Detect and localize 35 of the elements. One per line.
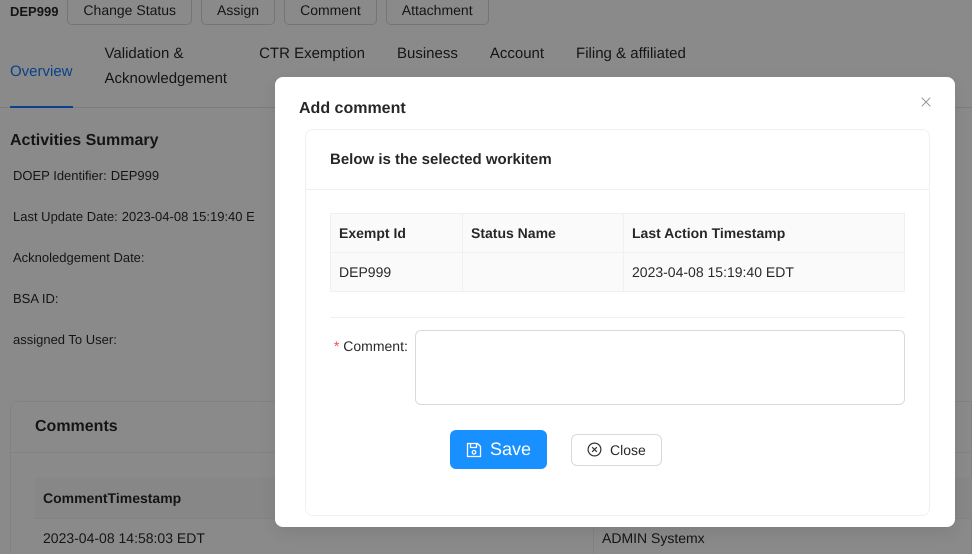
action-button[interactable]: Change Status (67, 0, 192, 25)
tab[interactable]: Filing & affiliated (576, 41, 686, 66)
action-button[interactable]: Attachment (386, 0, 489, 25)
table-cell: DEP999 (330, 252, 462, 292)
column-header: Exempt Id (330, 214, 462, 252)
field-label: BSA ID: (13, 291, 59, 308)
column-header: Last Action Timestamp (624, 214, 904, 252)
tab[interactable]: Business (396, 41, 458, 66)
field-label: Last Update Date: (13, 209, 118, 226)
field-label: Comment: (343, 338, 408, 354)
record-id: DEP999 (10, 4, 58, 18)
save-button[interactable]: Save (450, 430, 548, 469)
tab[interactable]: CTR Exemption (259, 41, 365, 66)
close-button[interactable]: Close (571, 434, 662, 466)
column-header: Status Name (462, 214, 624, 252)
section-title: Activities Summary (10, 132, 160, 150)
modal-title: Add comment (299, 99, 406, 119)
action-button[interactable]: Assign (201, 0, 276, 25)
comment-field[interactable] (414, 330, 905, 405)
section-title: Comments (35, 418, 118, 436)
field-label: DOEP Identifier: (13, 168, 107, 185)
tab[interactable]: Validation & Acknowledgement (104, 41, 228, 91)
action-button[interactable]: Comment (284, 0, 377, 25)
close-icon[interactable] (919, 95, 933, 109)
tab[interactable]: Account (490, 41, 544, 66)
tab[interactable]: Overview (10, 41, 73, 108)
card-title: Below is the selected workitem (330, 151, 552, 168)
field-value: 2023-04-08 15:19:40 E (122, 209, 255, 226)
table-cell: 2023-04-08 15:19:40 EDT (624, 252, 904, 292)
field-label: assigned To User: (13, 332, 117, 349)
field-value: DEP999 (110, 168, 160, 185)
required-mark: * (334, 338, 340, 354)
save-icon (466, 442, 482, 458)
close-circle-icon (587, 442, 602, 457)
field-label: Acknoledgement Date: (13, 250, 145, 267)
